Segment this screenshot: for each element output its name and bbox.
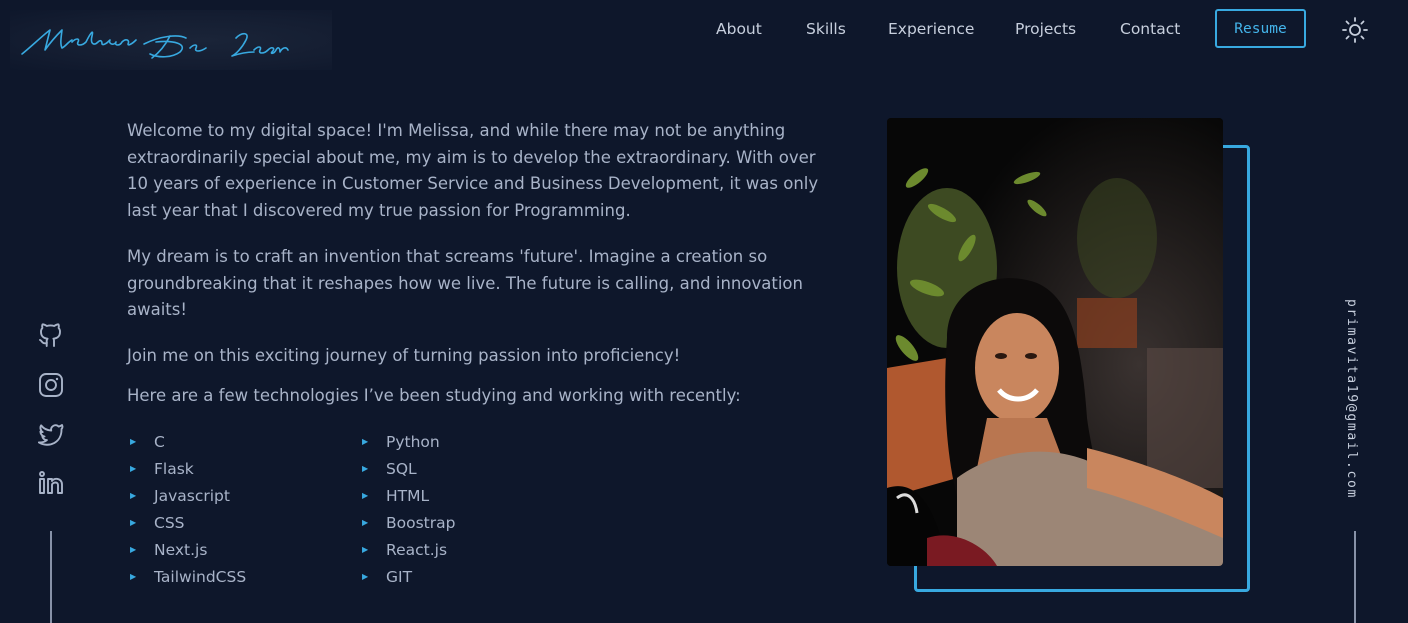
sun-icon <box>1342 17 1368 43</box>
tech-label: GIT <box>386 568 413 586</box>
nav-projects[interactable]: Projects <box>1015 20 1076 38</box>
tech-label: TailwindCSS <box>154 568 247 586</box>
tech-item: ▶ Javascript <box>127 486 246 513</box>
instagram-icon <box>39 373 63 397</box>
triangle-bullet-icon: ▶ <box>130 572 137 581</box>
twitter-icon <box>37 424 64 446</box>
triangle-bullet-icon: ▶ <box>130 491 137 500</box>
tech-item: ▶ Flask <box>127 459 246 486</box>
triangle-bullet-icon: ▶ <box>362 491 369 500</box>
triangle-bullet-icon: ▶ <box>362 572 369 581</box>
nav-experience[interactable]: Experience <box>888 20 974 38</box>
nav-contact[interactable]: Contact <box>1120 20 1180 38</box>
profile-photo <box>887 118 1223 566</box>
profile-photo-illustration <box>887 118 1223 566</box>
triangle-bullet-icon: ▶ <box>362 545 369 554</box>
join-paragraph: Join me on this exciting journey of turn… <box>127 345 681 365</box>
signature-logo-graphic <box>21 29 289 59</box>
tech-item: ▶ Boostrap <box>359 513 455 540</box>
twitter-link[interactable] <box>37 421 64 447</box>
tech-label: C <box>154 433 165 451</box>
logo[interactable] <box>10 10 332 70</box>
linkedin-icon <box>39 471 63 494</box>
tech-item: ▶ C <box>127 432 246 459</box>
tech-label: CSS <box>154 514 185 532</box>
triangle-bullet-icon: ▶ <box>130 464 137 473</box>
dream-paragraph: My dream is to craft an invention that s… <box>127 246 803 320</box>
tech-item: ▶ GIT <box>359 567 455 594</box>
triangle-bullet-icon: ▶ <box>362 464 369 473</box>
theme-toggle-button[interactable] <box>1341 16 1369 44</box>
tech-item: ▶ Next.js <box>127 540 246 567</box>
tech-label: SQL <box>386 460 417 478</box>
nav-about[interactable]: About <box>716 20 762 38</box>
linkedin-link[interactable] <box>38 470 64 496</box>
triangle-bullet-icon: ▶ <box>130 437 137 446</box>
intro-paragraph: Welcome to my digital space! I'm Melissa… <box>127 121 819 221</box>
tech-label: Python <box>386 433 440 451</box>
technologies-heading: Here are a few technologies I’ve been st… <box>127 386 741 405</box>
triangle-bullet-icon: ▶ <box>130 545 137 554</box>
right-sidebar-divider <box>1354 531 1356 623</box>
tech-label: Boostrap <box>386 514 456 532</box>
instagram-link[interactable] <box>38 372 64 398</box>
tech-item: ▶ CSS <box>127 513 246 540</box>
tech-item: ▶ Python <box>359 432 455 459</box>
tech-list-right: ▶ Python ▶ SQL ▶ HTML ▶ Boostrap ▶ React.js ▶… <box>359 432 455 594</box>
tech-item: ▶ TailwindCSS <box>127 567 246 594</box>
about-intro: Welcome to my digital space! I'm Melissa… <box>127 118 827 389</box>
tech-label: Flask <box>154 460 194 478</box>
triangle-bullet-icon: ▶ <box>362 518 369 527</box>
tech-label: Javascript <box>154 487 230 505</box>
triangle-bullet-icon: ▶ <box>130 518 137 527</box>
tech-label: HTML <box>386 487 430 505</box>
email-link[interactable]: primavita19@gmail.com <box>1344 299 1359 499</box>
tech-label: React.js <box>386 541 448 559</box>
tech-item: ▶ React.js <box>359 540 455 567</box>
tech-label: Next.js <box>154 541 208 559</box>
triangle-bullet-icon: ▶ <box>362 437 369 446</box>
github-link[interactable] <box>38 322 64 348</box>
github-icon <box>39 323 61 347</box>
left-sidebar-divider <box>50 531 52 623</box>
resume-button[interactable]: Resume <box>1215 9 1306 48</box>
tech-list-left: ▶ C ▶ Flask ▶ Javascript ▶ CSS ▶ Next.js ▶ Tai… <box>127 432 246 594</box>
nav-skills[interactable]: Skills <box>806 20 846 38</box>
tech-item: ▶ SQL <box>359 459 455 486</box>
tech-item: ▶ HTML <box>359 486 455 513</box>
